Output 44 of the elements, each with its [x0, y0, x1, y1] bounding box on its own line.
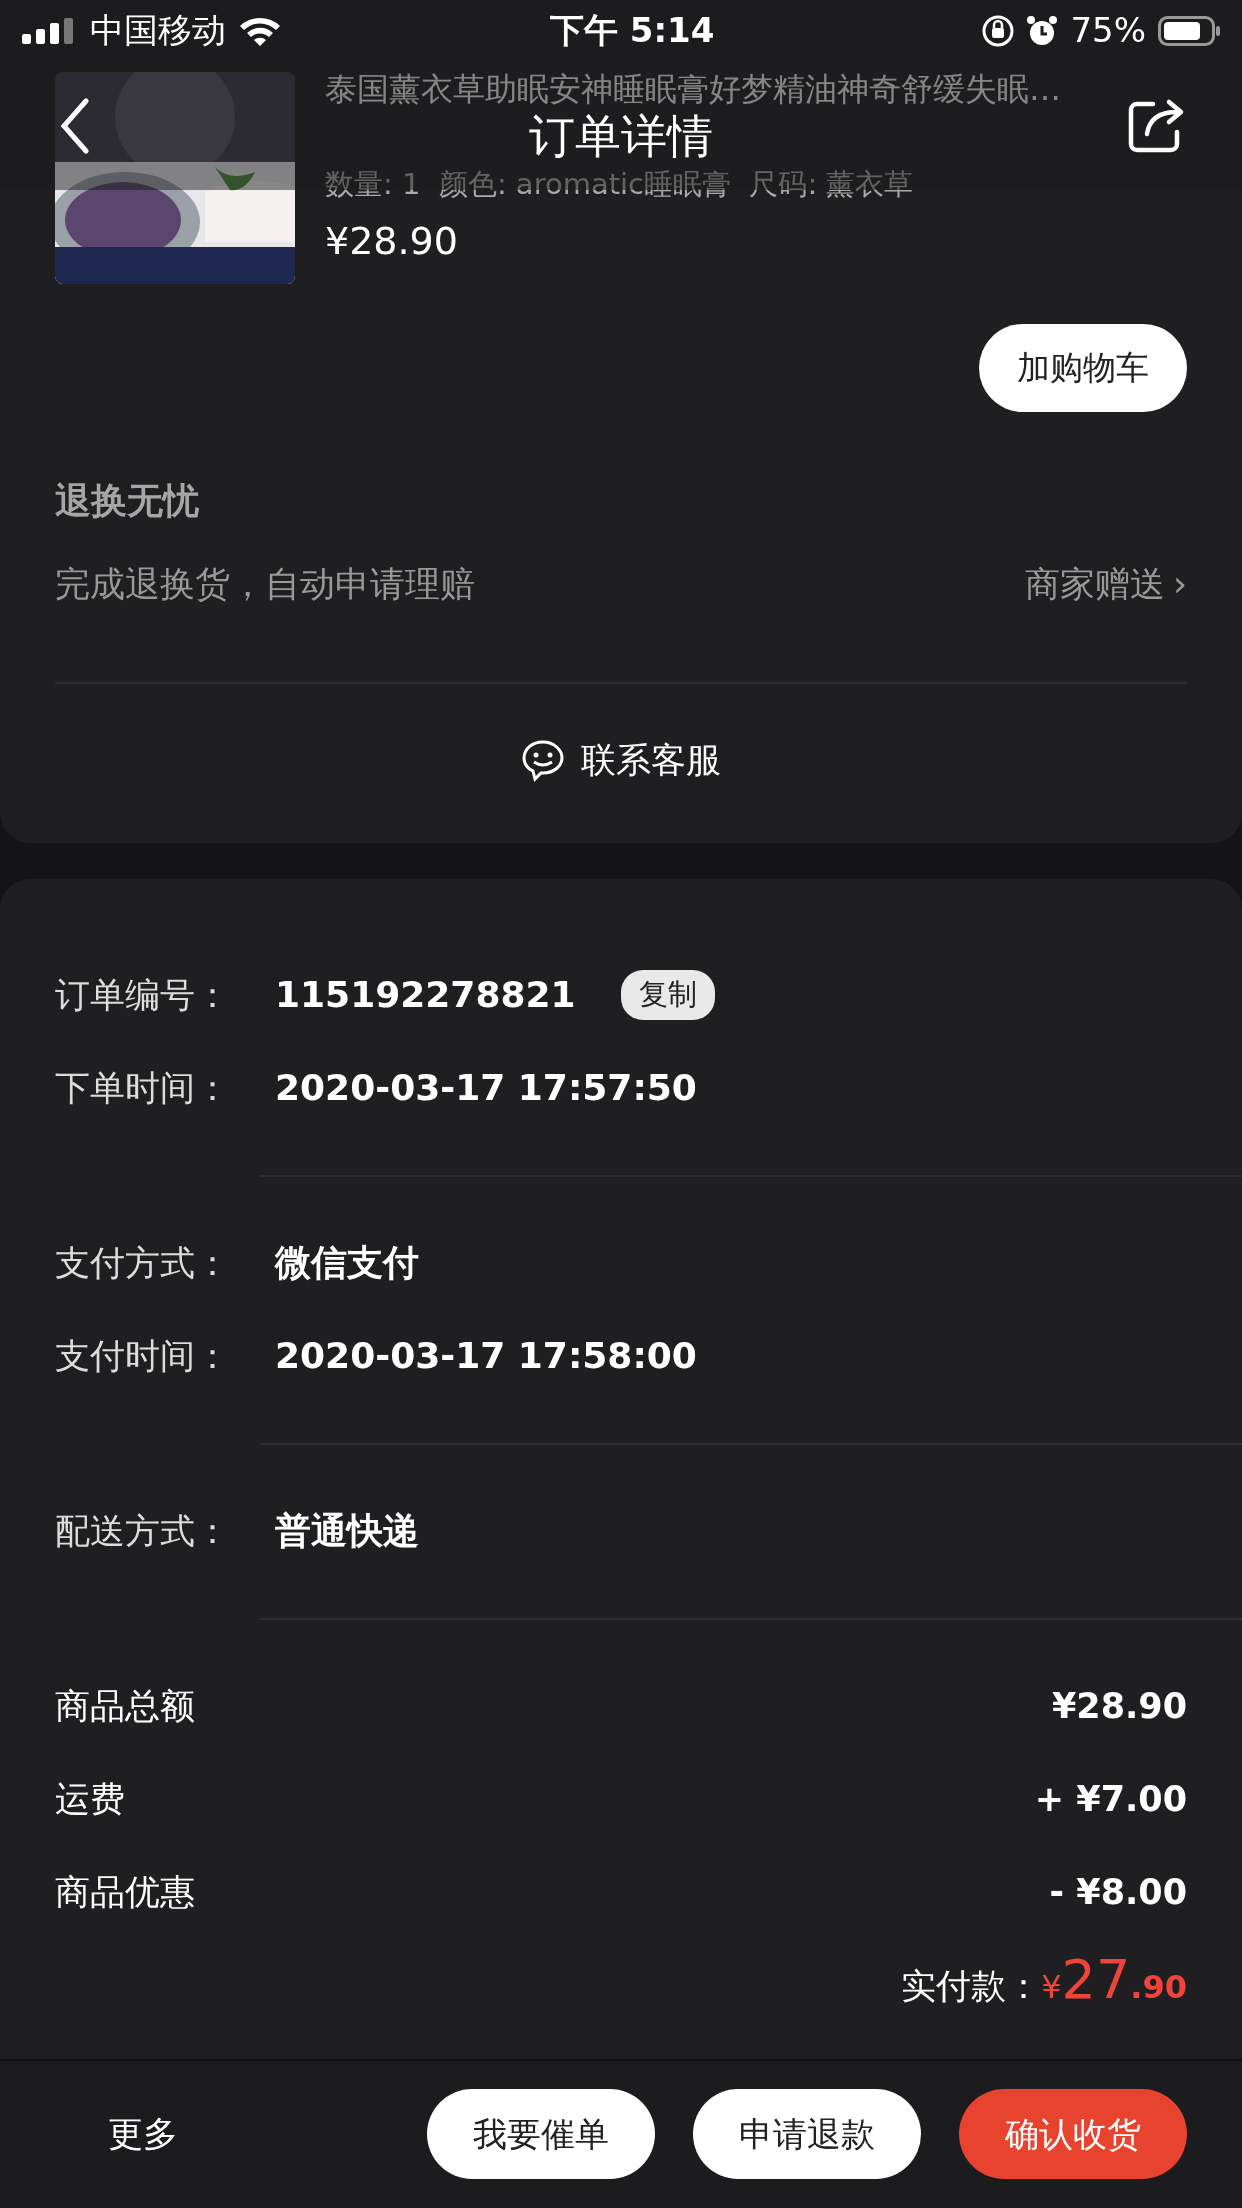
info-label: 订单编号：: [55, 973, 231, 1017]
info-label: 配送方式：: [55, 1509, 231, 1553]
info-value: 普通快递: [275, 1509, 419, 1554]
page-title: 订单详情: [529, 112, 713, 161]
alarm-icon: [1026, 14, 1059, 47]
battery-icon: [1158, 15, 1220, 46]
info-value: 微信支付: [275, 1241, 419, 1286]
copy-button[interactable]: 复制: [620, 970, 715, 1020]
action-button[interactable]: 确认收货: [959, 2089, 1187, 2180]
total-amount: ¥27.90: [1041, 1946, 1187, 2013]
back-button[interactable]: [60, 98, 90, 154]
info-label: 支付方式：: [55, 1241, 231, 1285]
rotation-lock-icon: [982, 14, 1015, 47]
amount-label: 商品总额: [55, 1684, 195, 1728]
guarantee-description: 完成退换货，自动申请理赔: [55, 562, 475, 606]
status-time: 下午 5:14: [550, 9, 715, 53]
info-label: 下单时间：: [55, 1066, 231, 1110]
product-price: ¥28.90: [325, 217, 459, 265]
carrier-name: 中国移动: [90, 9, 226, 53]
add-to-cart-button[interactable]: 加购物车: [979, 323, 1187, 412]
product-specs: 数量: 1 颜色: aromatic睡眠膏 尺码: 薰衣草: [325, 168, 914, 201]
info-value: 2020-03-17 17:57:50: [275, 1066, 697, 1111]
product-title: 泰国薰衣草助眠安神睡眠膏好梦精油神奇舒缓失眠…: [325, 71, 1061, 107]
chevron-icon: ›: [1173, 557, 1187, 611]
total-label: 实付款：: [901, 1964, 1042, 2008]
guarantee-link[interactable]: 商家赠送 ›: [1025, 557, 1187, 611]
amount-value: ¥28.90: [1051, 1684, 1187, 1728]
more-link[interactable]: 更多: [108, 2108, 178, 2161]
guarantee-title: 退换无忧: [55, 478, 200, 523]
info-value: 2020-03-17 17:58:00: [275, 1334, 697, 1379]
amount-label: 运费: [55, 1777, 125, 1821]
chat-bubble-icon: [521, 738, 565, 783]
back-icon: [60, 98, 90, 154]
battery-percent: 75%: [1070, 9, 1146, 53]
amount-value: - ¥8.00: [1049, 1870, 1187, 1914]
action-button[interactable]: 我要催单: [427, 2089, 655, 2180]
info-value: 115192278821: [275, 973, 576, 1018]
contact-service-label: 联系客服: [581, 739, 721, 783]
action-button[interactable]: 申请退款: [693, 2089, 921, 2180]
info-label: 支付时间：: [55, 1334, 231, 1378]
amount-label: 商品优惠: [55, 1870, 195, 1914]
amount-value: + ¥7.00: [1034, 1777, 1187, 1821]
contact-service-button[interactable]: 联系客服: [509, 728, 733, 793]
guarantee-note: 商家赠送: [1025, 562, 1165, 606]
